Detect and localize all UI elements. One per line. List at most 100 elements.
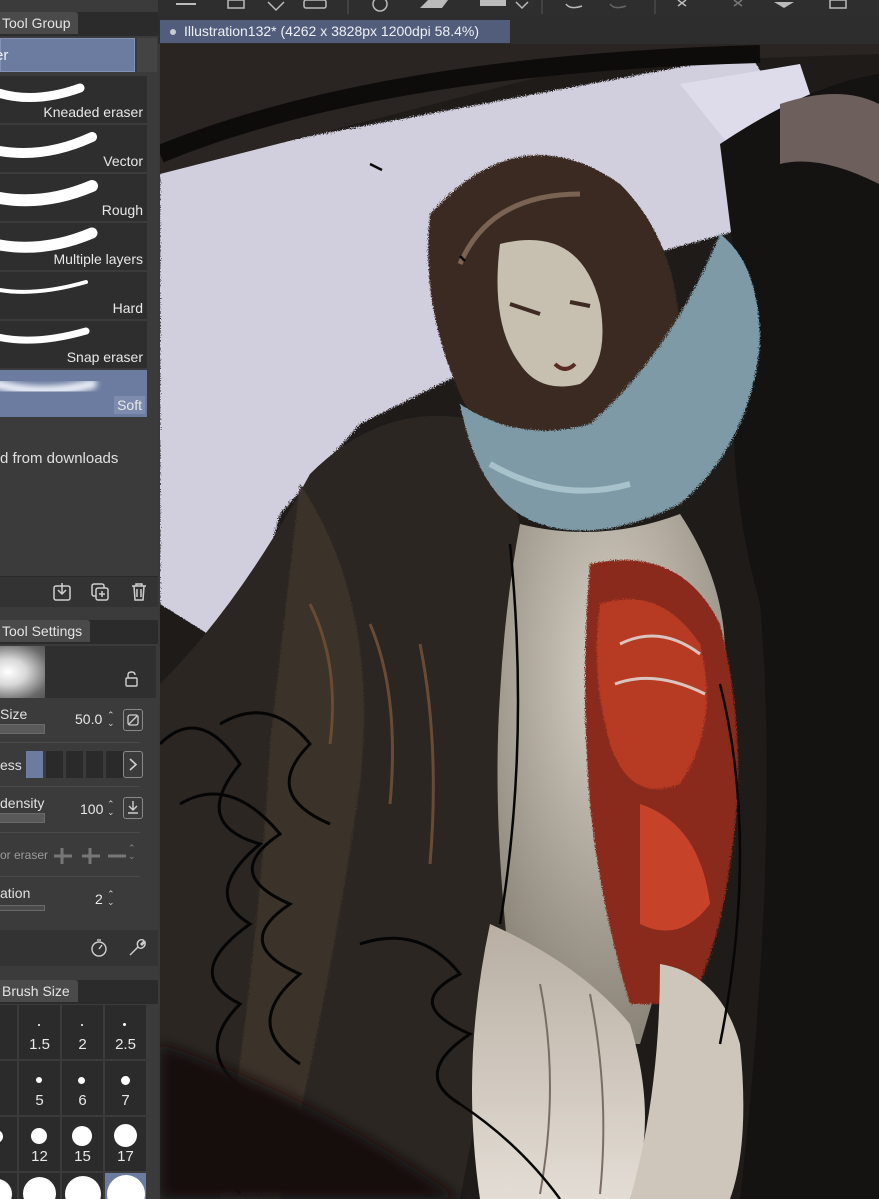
brush-dot <box>0 1130 3 1143</box>
brush-size-cell[interactable] <box>19 1173 60 1199</box>
divider <box>0 832 140 833</box>
brush-item-rough[interactable]: Rough <box>0 174 147 221</box>
hardness-cell[interactable] <box>86 751 103 778</box>
brush-size-cell[interactable] <box>62 1173 103 1199</box>
brush-size-cell[interactable]: 0 <box>0 1117 17 1171</box>
brush-size-cell[interactable]: 7 <box>105 1061 146 1115</box>
tab-tool-settings[interactable]: Tool Settings <box>0 620 91 642</box>
selected-subtool-label: er <box>0 47 9 64</box>
divider <box>0 786 140 787</box>
brush-list: Kneaded eraser Vector Rough Multiple lay… <box>0 76 147 419</box>
command-bar <box>158 0 879 16</box>
left-panel: Tool Group er Kneaded eraser Vector Roug… <box>0 0 158 1199</box>
hardness-cell[interactable] <box>46 751 63 778</box>
brush-dot <box>123 1023 126 1026</box>
brush-item-label: Soft <box>114 396 145 414</box>
brush-dot <box>38 1024 40 1026</box>
vector-eraser-label: or eraser <box>0 848 49 862</box>
brush-size-cell[interactable]: 15 <box>62 1117 103 1171</box>
size-value[interactable]: 50.0 <box>75 711 102 727</box>
unsaved-dot-icon <box>170 29 176 35</box>
vector-eraser-stepper[interactable]: ⌃ ⌄ <box>128 844 136 861</box>
hardness-expand-button[interactable] <box>123 751 143 778</box>
download-icon <box>128 801 138 814</box>
illustration-canvas[interactable] <box>160 44 879 1199</box>
brush-item-hard[interactable]: Hard <box>0 272 147 319</box>
stabilization-slider[interactable] <box>0 905 45 911</box>
brush-size-value: 2 <box>78 1036 87 1053</box>
illustration-artwork <box>160 44 879 1199</box>
brush-size-value: 0 <box>0 1148 5 1165</box>
import-icon[interactable] <box>51 581 73 603</box>
brush-size-cell[interactable]: 1.5 <box>19 1005 60 1059</box>
size-slider[interactable] <box>0 724 45 734</box>
brush-dot <box>65 1176 101 1199</box>
brush-dot <box>78 1077 85 1084</box>
brush-size-value: 5 <box>35 1092 44 1109</box>
brush-size-cell[interactable]: 6 <box>62 1061 103 1115</box>
brush-item-multiple-layers[interactable]: Multiple layers <box>0 223 147 270</box>
chevron-right-icon <box>129 758 138 771</box>
brush-size-value: 2.5 <box>115 1036 136 1053</box>
hardness-label: ess <box>0 757 22 773</box>
stabilization-stepper[interactable]: ⌃ ⌄ <box>107 890 115 907</box>
brush-size-cell-selected[interactable] <box>105 1173 146 1199</box>
duplicate-icon[interactable] <box>89 581 111 603</box>
brush-dot <box>114 1124 137 1147</box>
vector-eraser-options-icon[interactable] <box>52 846 127 866</box>
gauge-icon[interactable] <box>89 938 109 958</box>
brush-size-cell[interactable]: 17 <box>105 1117 146 1171</box>
brush-size-cell[interactable]: 2.5 <box>105 1005 146 1059</box>
brush-size-value: 1.5 <box>29 1036 50 1053</box>
document-tab-title: Illustration132* (4262 x 3828px 1200dpi … <box>184 23 479 39</box>
brush-dot <box>107 1175 145 1199</box>
stabilization-value[interactable]: 2 <box>95 891 103 907</box>
document-tab[interactable]: Illustration132* (4262 x 3828px 1200dpi … <box>160 20 510 43</box>
wrench-icon[interactable] <box>127 938 147 958</box>
tool-settings-footer <box>0 930 158 966</box>
brush-dot <box>36 1077 42 1083</box>
panel-side-strip <box>137 38 157 72</box>
brush-item-snap-eraser[interactable]: Snap eraser <box>0 321 147 368</box>
density-value[interactable]: 100 <box>80 801 103 817</box>
brush-dot <box>23 1177 56 1199</box>
size-pressure-button[interactable] <box>123 709 143 731</box>
pressure-icon <box>127 714 139 726</box>
brush-item-label: Hard <box>112 300 143 316</box>
brush-size-value: 17 <box>117 1148 134 1165</box>
brush-size-value: 12 <box>31 1148 48 1165</box>
divider <box>0 876 140 877</box>
brush-size-cell[interactable]: 5 <box>19 1061 60 1115</box>
density-label: density <box>0 795 45 811</box>
brush-item-vector[interactable]: Vector <box>0 125 147 172</box>
tool-preview-card <box>0 646 156 698</box>
density-pressure-button[interactable] <box>123 797 143 819</box>
tab-brush-size[interactable]: Brush Size <box>0 980 78 1002</box>
lock-icon[interactable] <box>124 670 140 688</box>
trash-icon[interactable] <box>128 581 150 603</box>
downloads-link[interactable]: d from downloads <box>0 450 118 467</box>
brush-item-kneaded-eraser[interactable]: Kneaded eraser <box>0 76 147 123</box>
command-bar-icons <box>176 0 847 14</box>
selected-subtool[interactable]: er <box>0 38 135 72</box>
brush-item-label: Multiple layers <box>53 251 143 267</box>
density-slider[interactable] <box>0 813 45 823</box>
hardness-cell[interactable] <box>26 751 43 778</box>
brush-size-cell[interactable] <box>0 1005 17 1059</box>
size-label: Size <box>0 706 28 722</box>
brush-size-cell[interactable] <box>0 1061 17 1115</box>
brush-item-label: Rough <box>101 202 143 218</box>
brush-item-label: Kneaded eraser <box>43 104 143 120</box>
brush-size-cell[interactable] <box>0 1173 17 1199</box>
size-stepper[interactable]: ⌃ ⌄ <box>107 711 115 728</box>
hardness-cell[interactable] <box>106 751 123 778</box>
hardness-cell[interactable] <box>66 751 83 778</box>
brush-dot <box>121 1076 130 1085</box>
brush-size-cell[interactable]: 2 <box>62 1005 103 1059</box>
brush-item-label: Snap eraser <box>66 349 143 365</box>
brush-size-cell[interactable]: 12 <box>19 1117 60 1171</box>
tab-tool-group[interactable]: Tool Group <box>0 12 79 34</box>
density-stepper[interactable]: ⌃ ⌄ <box>107 800 115 817</box>
brush-item-soft[interactable]: Soft <box>0 370 147 417</box>
brush-size-value: 6 <box>78 1092 87 1109</box>
